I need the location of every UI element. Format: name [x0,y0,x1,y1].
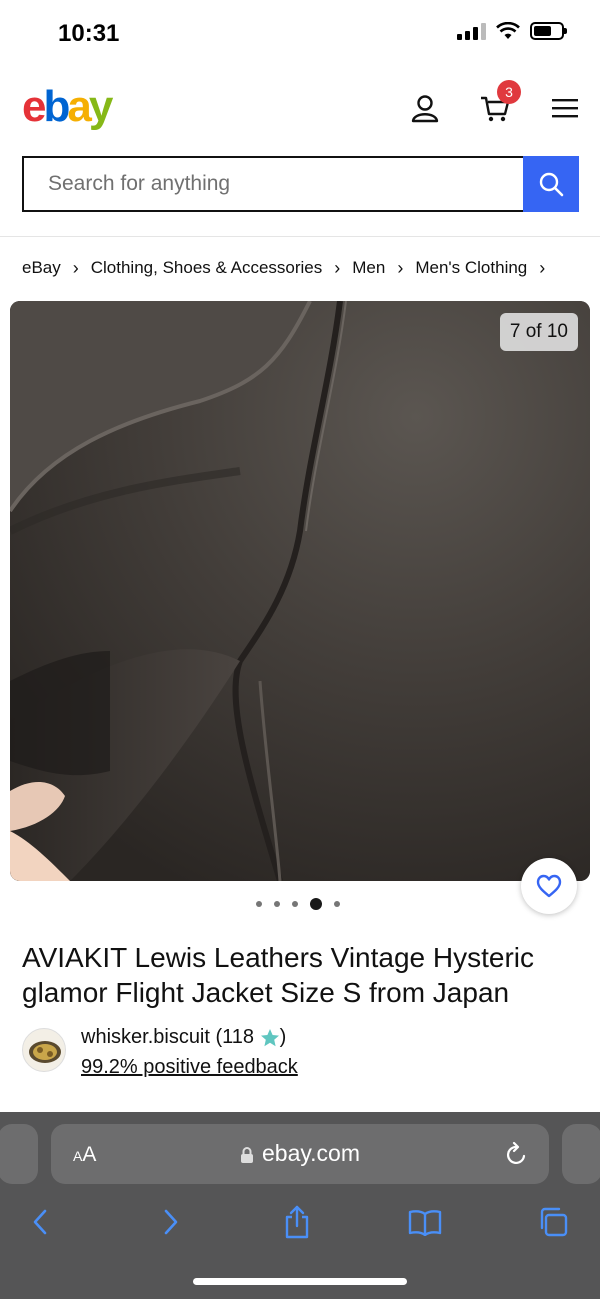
search-bar: Search for anything [22,156,579,212]
seller-feedback-link[interactable]: 99.2% positive feedback [81,1056,298,1079]
status-time: 10:31 [58,20,120,47]
search-input[interactable]: Search for anything [22,156,523,212]
next-tab-peek[interactable] [562,1124,600,1184]
search-icon [539,172,564,197]
logo-letter-b: b [43,82,70,131]
gallery-pagination [256,898,340,910]
home-indicator[interactable] [193,1278,407,1285]
url-display[interactable]: ebay.com [51,1140,549,1167]
book-icon [408,1210,442,1236]
chevron-right-icon: › [397,257,404,278]
pagination-dot[interactable] [256,901,262,907]
heart-icon [536,874,562,898]
seller-info: whisker.biscuit (118 ) 99.2% positive fe… [22,1024,582,1084]
tabs-icon [540,1207,568,1237]
address-bar[interactable]: AA ebay.com [51,1124,549,1184]
menu-button[interactable] [545,88,585,128]
logo-letter-e: e [22,82,47,131]
seller-avatar[interactable] [22,1028,66,1072]
pagination-dot[interactable] [292,901,298,907]
logo-letter-a: a [67,82,92,131]
listing-photo [10,301,590,881]
pagination-dot[interactable] [274,901,280,907]
chevron-left-icon [33,1209,47,1235]
breadcrumb-item-men[interactable]: Men [352,258,385,278]
listing-title: AVIAKIT Lewis Leathers Vintage Hysteric … [22,942,535,1008]
star-icon [260,1028,279,1046]
chevron-right-icon: › [539,257,546,278]
wifi-icon [496,22,520,39]
seller-name[interactable]: whisker.biscuit [81,1026,210,1049]
browser-toolbar: AA ebay.com [0,1112,600,1299]
user-icon [411,95,439,123]
breadcrumb-item-clothing[interactable]: Clothing, Shoes & Accessories [91,258,323,278]
image-counter: 7 of 10 [499,313,578,351]
battery-icon [530,22,567,40]
chevron-right-icon: › [334,257,341,278]
hamburger-menu-icon [552,99,578,118]
bookmarks-button[interactable] [405,1202,445,1242]
divider [0,236,600,237]
ebay-logo[interactable]: ebay [22,82,114,132]
cart-button[interactable]: 3 [475,80,521,128]
seller-avatar-image [29,1041,61,1063]
watchlist-button[interactable] [521,858,577,914]
image-gallery[interactable]: 7 of 10 [10,301,590,881]
cart-count-badge: 3 [497,80,521,104]
breadcrumb: eBay › Clothing, Shoes & Accessories › M… [22,256,557,280]
back-button[interactable] [20,1202,60,1242]
breadcrumb-item-mens-clothing[interactable]: Men's Clothing [415,258,527,278]
chevron-right-icon [164,1209,178,1235]
chevron-right-icon: › [72,257,79,278]
site-header: ebay 3 [0,68,600,148]
logo-letter-y: y [88,82,114,131]
breadcrumb-item-ebay[interactable]: eBay [22,258,61,278]
seller-score-close: ) [279,1026,287,1048]
search-button[interactable] [523,156,579,212]
previous-tab-peek[interactable] [0,1124,38,1184]
status-icons [457,22,567,40]
seller-name-line: whisker.biscuit (118 ) [81,1026,286,1049]
browser-nav-toolbar [0,1202,600,1242]
url-text: ebay.com [261,1140,360,1166]
share-icon [285,1205,309,1239]
tabs-button[interactable] [533,1202,573,1242]
reload-icon[interactable] [505,1141,529,1167]
seller-score-open: (118 [209,1026,260,1048]
pagination-dot-active[interactable] [310,898,322,910]
account-button[interactable] [405,88,445,128]
cellular-signal-icon [457,22,486,40]
pagination-dot[interactable] [334,901,340,907]
forward-button[interactable] [151,1202,191,1242]
share-button[interactable] [277,1202,317,1242]
status-bar: 10:31 [0,0,600,68]
lock-icon [240,1146,253,1163]
